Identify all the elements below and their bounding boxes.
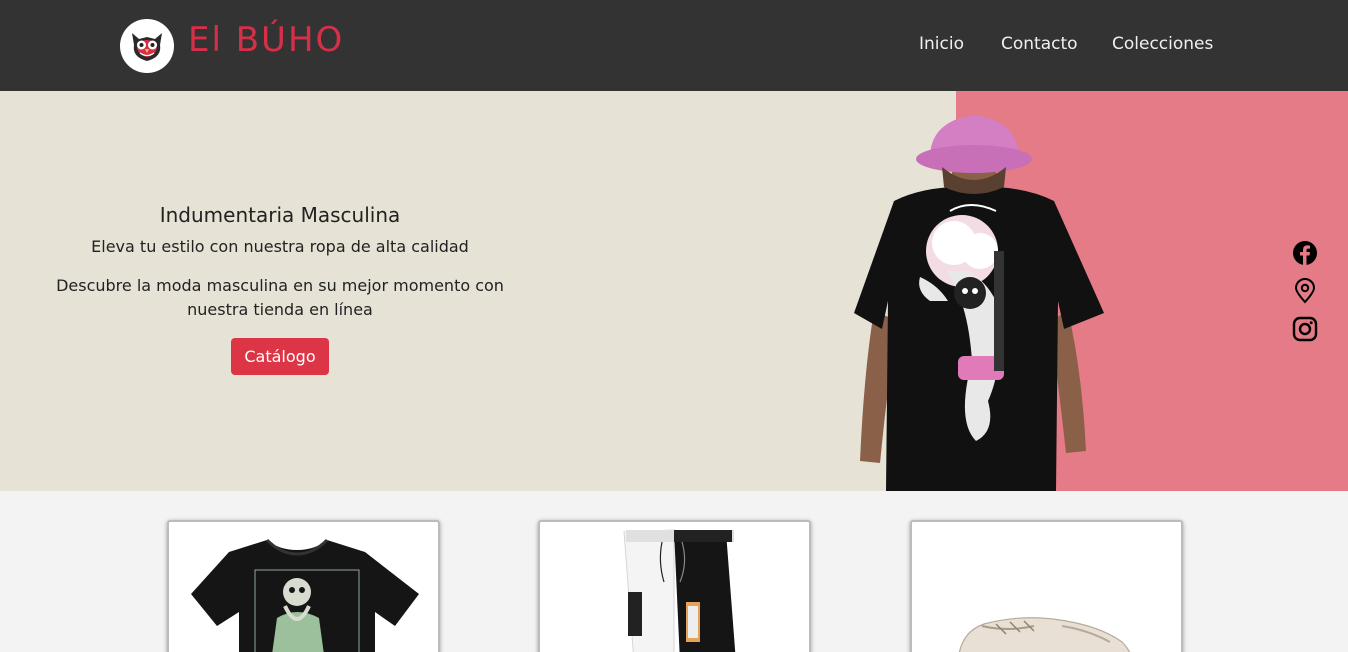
brand-name[interactable]: El BÚHO bbox=[188, 20, 344, 60]
product-image-tshirt bbox=[191, 538, 419, 652]
hero-title: Indumentaria Masculina bbox=[159, 203, 401, 227]
product-image-joggers bbox=[623, 529, 736, 652]
nav-link-inicio[interactable]: Inicio bbox=[919, 34, 964, 54]
instagram-icon[interactable] bbox=[1292, 316, 1318, 342]
location-pin-icon[interactable] bbox=[1292, 278, 1318, 304]
catalog-button[interactable]: Catálogo bbox=[231, 338, 329, 375]
hero-text-block: Indumentaria Masculina Eleva tu estilo c… bbox=[40, 203, 520, 375]
hero-description: Descubre la moda masculina en su mejor m… bbox=[56, 276, 504, 319]
nav-link-colecciones[interactable]: Colecciones bbox=[1112, 34, 1213, 54]
product-card[interactable] bbox=[538, 520, 811, 652]
model-photo bbox=[854, 115, 1104, 491]
nav-link-contacto[interactable]: Contacto bbox=[1001, 34, 1078, 54]
hero-section: Indumentaria Masculina Eleva tu estilo c… bbox=[0, 91, 1348, 491]
navbar: El BÚHO Inicio Contacto Colecciones bbox=[0, 0, 1348, 91]
hero-subtitle: Eleva tu estilo con nuestra ropa de alta… bbox=[91, 237, 469, 256]
owl-logo-icon[interactable] bbox=[120, 19, 174, 73]
product-image-sneakers bbox=[958, 617, 1131, 652]
product-card[interactable] bbox=[167, 520, 440, 652]
facebook-icon[interactable] bbox=[1292, 240, 1318, 266]
products-section bbox=[0, 491, 1348, 652]
product-card[interactable] bbox=[910, 520, 1183, 652]
